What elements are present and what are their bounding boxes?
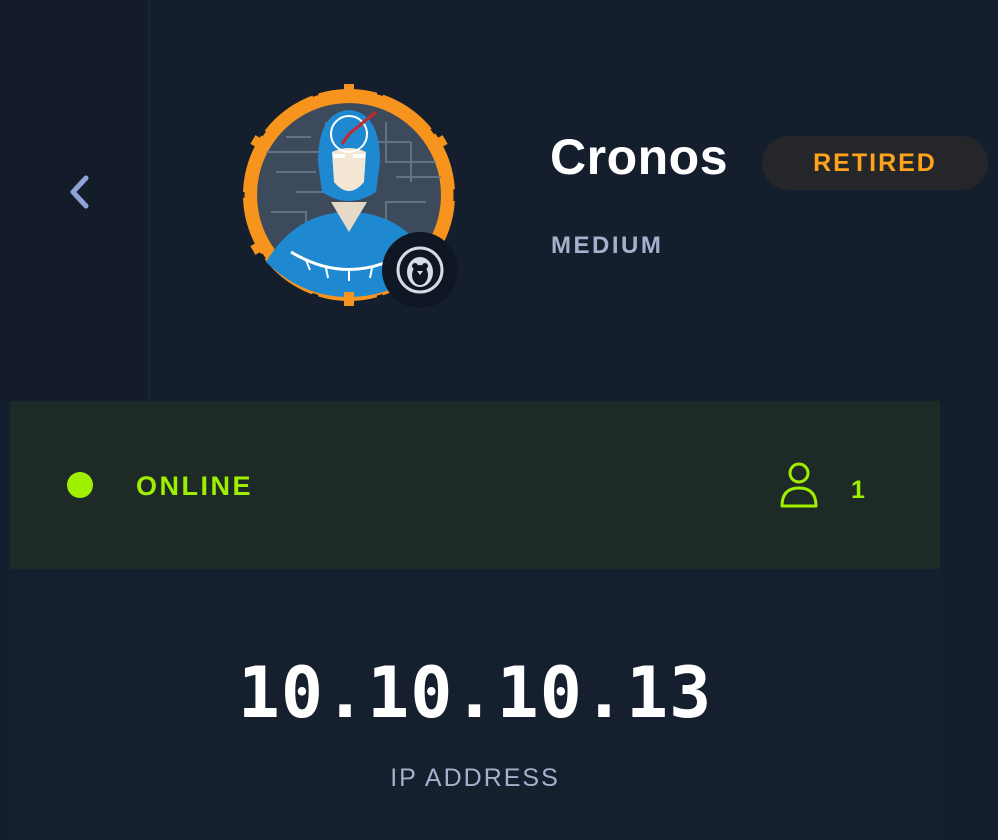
chevron-left-icon xyxy=(70,175,89,209)
online-status-label: ONLINE xyxy=(136,471,254,501)
ip-address[interactable]: 10.10.10.13 xyxy=(0,652,950,734)
back-button[interactable] xyxy=(58,168,102,216)
difficulty-label: MEDIUM xyxy=(551,232,664,259)
os-badge xyxy=(382,232,458,308)
status-badge: RETIRED xyxy=(762,136,988,190)
ip-address-label: IP ADDRESS xyxy=(390,764,560,792)
linux-penguin-icon xyxy=(396,246,444,294)
user-icon xyxy=(778,460,820,510)
online-indicator-dot xyxy=(67,472,93,498)
machine-card: Cronos RETIRED MEDIUM ONLINE 1 10.10.10.… xyxy=(0,0,998,840)
machine-name: Cronos xyxy=(550,129,728,185)
user-count: 1 xyxy=(851,476,865,504)
